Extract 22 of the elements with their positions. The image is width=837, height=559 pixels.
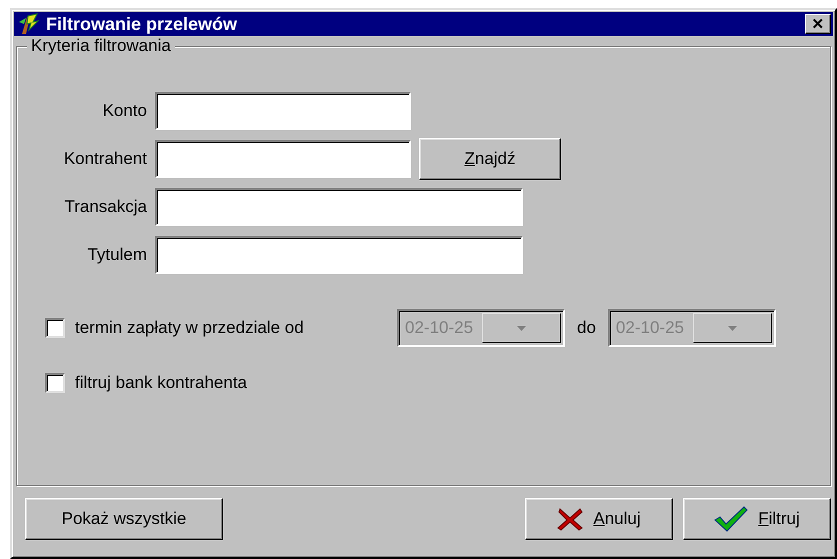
input-field[interactable] <box>155 140 411 178</box>
checkbox-label: termin zapłaty w przedziale od <box>75 318 305 338</box>
to-label: do <box>577 318 596 338</box>
field-label: Transakcja <box>63 197 148 217</box>
field-label: Tytulem <box>86 245 148 265</box>
x-icon <box>557 507 584 531</box>
input-field[interactable] <box>155 236 523 274</box>
input-field[interactable] <box>155 188 523 226</box>
filter-button[interactable]: Filtruj <box>683 498 831 540</box>
checkbox-label: filtruj bank kontrahenta <box>75 373 247 393</box>
show-all-button[interactable]: Pokaż wszystkie <box>25 498 223 540</box>
find-button[interactable]: Znajdź <box>419 138 561 180</box>
group-title: Kryteria filtrowania <box>27 36 175 56</box>
app-logo-icon <box>18 13 40 35</box>
close-button[interactable]: ✕ <box>805 14 831 34</box>
checkmark-icon <box>714 506 748 532</box>
cancel-button[interactable]: Anuluj <box>525 498 673 540</box>
input-field[interactable] <box>155 92 411 130</box>
window-title: Filtrowanie przelewów <box>46 14 238 34</box>
field-label: Konto <box>102 101 148 121</box>
field-label: Kontrahent <box>62 149 148 169</box>
checkbox[interactable] <box>45 373 65 393</box>
